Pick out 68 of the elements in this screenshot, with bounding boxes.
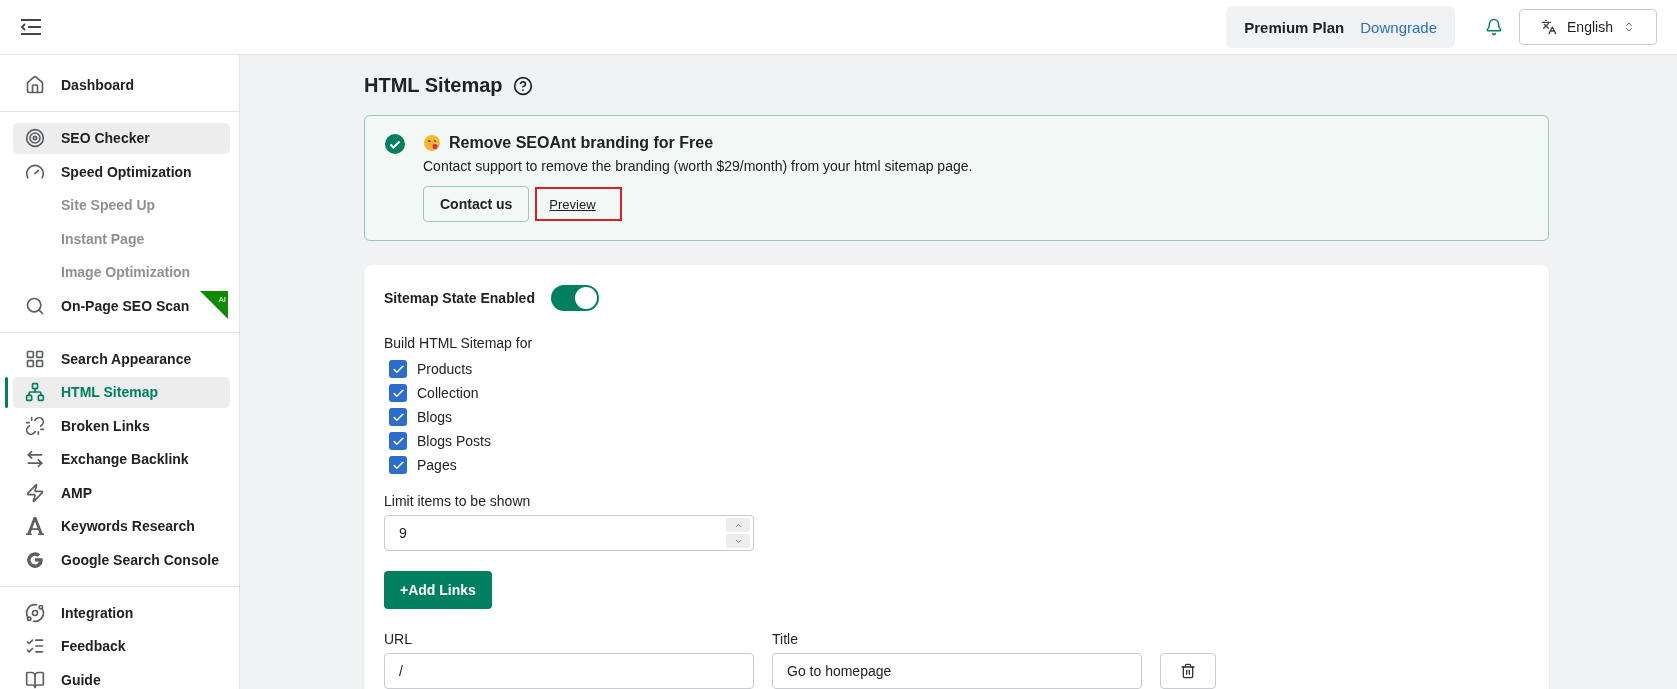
g-logo-icon (25, 549, 45, 570)
checkbox[interactable] (389, 432, 407, 450)
menu-collapse-icon[interactable] (20, 18, 42, 36)
column-label: URL (384, 631, 413, 647)
broken-link-icon (25, 415, 45, 436)
sidebar-item[interactable]: Dashboard (13, 69, 230, 101)
grid-icon (25, 348, 45, 369)
sidebar-item[interactable]: Exchange Backlink (13, 443, 230, 475)
checklist-icon (25, 636, 45, 656)
checkbox-label: Blogs Posts (417, 433, 491, 449)
banner-title: Remove SEOAnt branding for Free (449, 134, 714, 152)
checkbox-label: Blogs (417, 409, 453, 425)
lightning-icon (25, 482, 45, 503)
sidebar-item[interactable]: AMP (13, 477, 230, 508)
url-input[interactable]: / (384, 653, 754, 689)
column-label: Title (772, 631, 799, 647)
check-circle-icon (385, 134, 405, 154)
sidebar-item[interactable]: Google Search Console (13, 544, 230, 575)
sitemap-icon (25, 382, 45, 402)
checkbox[interactable] (389, 456, 407, 474)
checkbox-label: Products (417, 361, 473, 377)
bell-icon (1485, 18, 1503, 36)
checkbox[interactable] (389, 384, 407, 402)
sidebar-item[interactable]: Feedback (13, 630, 230, 662)
sidebar-item[interactable]: Keywords Research (13, 510, 230, 542)
target-icon (25, 128, 45, 148)
plan-name: Premium Plan (1244, 18, 1345, 36)
language-select[interactable]: English (1519, 9, 1657, 45)
serif-a-icon (25, 516, 45, 536)
checkmark-icon (391, 434, 405, 448)
sidebar-item[interactable]: Broken Links (13, 410, 230, 441)
checkmark-icon (391, 458, 405, 472)
banner-text: Contact support to remove the branding (worth $29/month) from your html sitemap page. (423, 158, 973, 174)
title-input[interactable]: Go to homepage (772, 653, 1142, 689)
downgrade-link[interactable]: Downgrade (1360, 18, 1437, 36)
sidebar-item[interactable]: Speed Optimization (13, 156, 230, 187)
sitemap-state-label: Sitemap State Enabled (384, 290, 535, 306)
page-title: HTML Sitemap (364, 74, 503, 97)
sidebar-item[interactable]: Search Appearance (13, 343, 230, 374)
sitemap-toggle[interactable] (550, 285, 599, 311)
sidebar-item[interactable]: Guide (13, 664, 230, 689)
checkbox-label: Pages (417, 457, 457, 473)
sidebar-item[interactable]: On-Page SEO Scan AI (13, 290, 230, 321)
exchange-arrows-icon (25, 449, 45, 469)
checkmark-icon (391, 410, 405, 424)
checkmark-icon (391, 386, 405, 400)
search-icon (25, 295, 45, 316)
limit-label: Limit items to be shown (384, 493, 532, 509)
add-links-button[interactable]: +Add Links (384, 571, 492, 609)
help-icon[interactable] (512, 75, 533, 96)
kissing-face-icon (423, 134, 441, 152)
book-icon (25, 669, 45, 689)
ai-badge: AI (200, 291, 228, 319)
build-label: Build HTML Sitemap for (384, 335, 534, 351)
checkbox-label: Collection (417, 385, 479, 401)
checkmark-icon (391, 362, 405, 376)
home-icon (25, 75, 45, 95)
contact-us-button[interactable]: Contact us (423, 186, 530, 222)
sidebar-item[interactable]: SEO Checker (13, 122, 230, 154)
orbit-icon (25, 602, 45, 623)
delete-button[interactable] (1160, 653, 1216, 689)
checkbox[interactable] (389, 360, 407, 378)
sidebar-item[interactable]: Integration (13, 597, 230, 628)
translate-icon (1541, 19, 1558, 35)
selected-indicator (5, 376, 8, 408)
checkbox[interactable] (389, 408, 407, 426)
trash-icon (1180, 663, 1196, 679)
preview-link[interactable]: Preview (535, 187, 623, 221)
